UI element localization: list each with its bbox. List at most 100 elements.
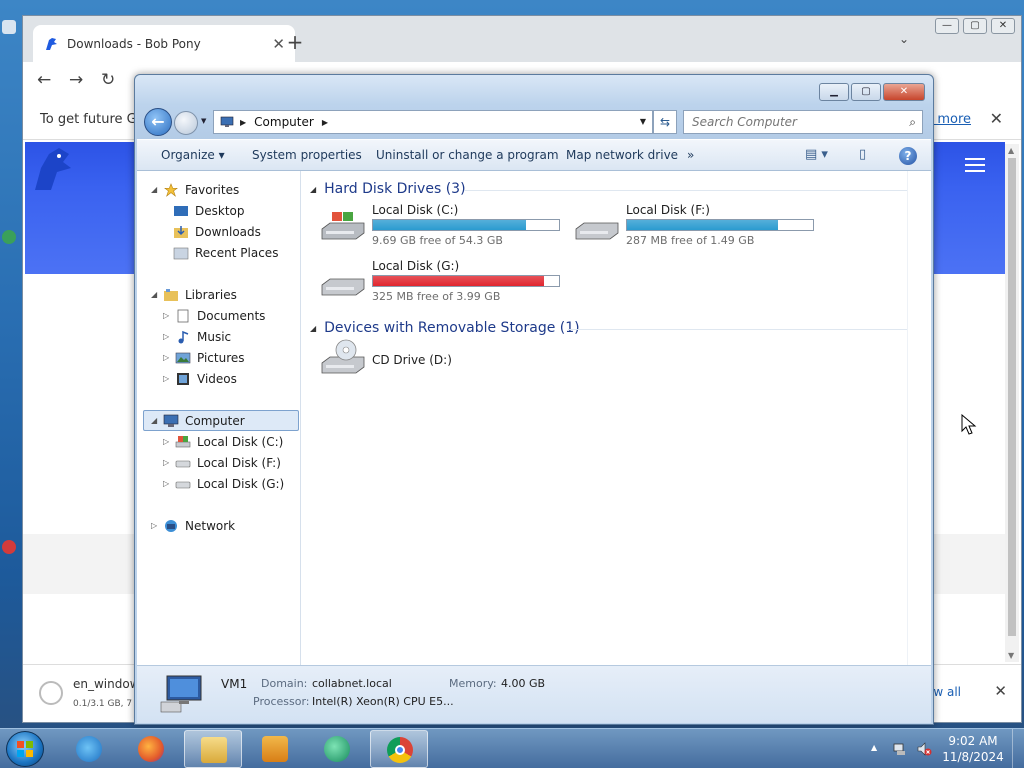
uninstall-program-button[interactable]: Uninstall or change a program	[376, 148, 559, 162]
nav-documents[interactable]: ▷ Documents	[163, 305, 265, 326]
refresh-icon[interactable]: ⇆	[653, 110, 677, 134]
explorer-title-bar[interactable]: ▁ ▢ ✕	[135, 75, 933, 105]
expand-arrow-icon[interactable]: ◢	[151, 416, 163, 425]
search-box[interactable]: ⌕	[683, 110, 923, 134]
nav-music[interactable]: ▷ Music	[163, 326, 231, 347]
search-icon[interactable]: ⌕	[909, 115, 916, 130]
explorer-forward-button[interactable]	[174, 111, 198, 135]
address-bar[interactable]: ▶ Computer ▶ ▼	[213, 110, 653, 134]
green-app-icon	[324, 736, 350, 762]
domain-label: Domain:	[261, 677, 308, 690]
new-tab-button[interactable]: +	[285, 30, 305, 54]
nav-desktop[interactable]: Desktop	[173, 200, 245, 221]
drive-local-disk-g[interactable]: Local Disk (G:) 325 MB free of 3.99 GB	[320, 259, 566, 305]
drive-local-disk-f[interactable]: Local Disk (F:) 287 MB free of 1.49 GB	[574, 203, 820, 249]
tab-search-icon[interactable]: ⌄	[899, 32, 909, 46]
start-button[interactable]	[6, 731, 44, 767]
show-desktop-button[interactable]	[1012, 729, 1024, 768]
drive-cd-d[interactable]: CD Drive (D:)	[320, 337, 520, 383]
collapsed-arrow-icon[interactable]: ▷	[151, 521, 163, 530]
breadcrumb-chevron-icon[interactable]: ▶	[240, 118, 246, 127]
group-header-removable[interactable]: ◢ Devices with Removable Storage (1)	[310, 320, 580, 336]
group-header-hdd[interactable]: ◢ Hard Disk Drives (3)	[310, 181, 466, 197]
nav-computer[interactable]: ◢ Computer	[143, 410, 299, 431]
system-properties-button[interactable]: System properties	[252, 148, 362, 162]
nav-local-disk-g[interactable]: ▷ Local Disk (G:)	[163, 473, 284, 494]
collapsed-arrow-icon[interactable]: ▷	[163, 458, 175, 467]
nav-recent-places[interactable]: Recent Places	[173, 242, 278, 263]
address-dropdown-icon[interactable]: ▼	[640, 117, 646, 126]
recent-pages-chevron-icon[interactable]: ▼	[201, 117, 206, 125]
chrome-tab-strip: Downloads - Bob Pony ✕ + ⌄ — ▢ ✕	[23, 16, 1021, 62]
taskbar-internet-explorer[interactable]	[60, 730, 118, 768]
browser-tab[interactable]: Downloads - Bob Pony ✕	[33, 25, 295, 62]
explorer-close-button[interactable]: ✕	[883, 83, 925, 101]
volume-muted-icon[interactable]	[916, 741, 932, 757]
change-view-icon[interactable]: ▤ ▾	[805, 147, 828, 162]
help-icon[interactable]: ?	[899, 147, 917, 165]
desktop-icon-1[interactable]	[2, 20, 16, 34]
scroll-up-icon[interactable]: ▲	[1008, 146, 1014, 155]
minimize-button[interactable]: —	[935, 18, 959, 34]
forward-button[interactable]: →	[69, 70, 83, 90]
search-input[interactable]	[684, 111, 894, 133]
more-commands-chevron-icon[interactable]: »	[687, 148, 694, 162]
desktop-icon-2[interactable]	[2, 230, 16, 244]
taskbar-firefox[interactable]	[122, 730, 180, 768]
close-button[interactable]: ✕	[991, 18, 1015, 34]
expand-arrow-icon[interactable]: ◢	[151, 185, 163, 194]
tab-close-icon[interactable]: ✕	[272, 35, 285, 53]
taskbar-chrome[interactable]	[370, 730, 428, 768]
show-hidden-icons-icon[interactable]: ▲	[871, 743, 877, 752]
group-collapse-icon[interactable]: ◢	[310, 324, 316, 333]
collapsed-arrow-icon[interactable]: ▷	[163, 437, 175, 446]
taskbar-green-app[interactable]	[308, 730, 366, 768]
processor-value: Intel(R) Xeon(R) CPU E5...	[312, 695, 454, 708]
nav-videos[interactable]: ▷ Videos	[163, 368, 237, 389]
organize-menu[interactable]: Organize ▾	[161, 148, 225, 162]
scroll-down-icon[interactable]: ▼	[1008, 651, 1014, 660]
explorer-maximize-button[interactable]: ▢	[851, 83, 881, 101]
download-filename[interactable]: en_window	[73, 677, 140, 691]
collapsed-arrow-icon[interactable]: ▷	[163, 479, 175, 488]
desktop-icon-3[interactable]	[2, 540, 16, 554]
maximize-button[interactable]: ▢	[963, 18, 987, 34]
nav-pictures[interactable]: ▷ Pictures	[163, 347, 245, 368]
explorer-back-button[interactable]: ←	[144, 108, 172, 136]
collapsed-arrow-icon[interactable]: ▷	[163, 332, 175, 341]
nav-label: Local Disk (G:)	[197, 476, 285, 491]
nav-local-disk-f[interactable]: ▷ Local Disk (F:)	[163, 452, 281, 473]
nav-downloads[interactable]: Downloads	[173, 221, 261, 242]
clock-date[interactable]: 11/8/2024	[940, 750, 1006, 764]
taskbar: ▲ 9:02 AM 11/8/2024	[0, 728, 1024, 768]
scrollbar-thumb[interactable]	[1008, 158, 1016, 636]
preview-pane-icon[interactable]: ▯	[859, 147, 866, 162]
bobpony-logo-icon[interactable]	[29, 146, 73, 194]
taskbar-windows-explorer[interactable]	[184, 730, 242, 768]
system-drive-icon	[321, 212, 365, 240]
breadcrumb-computer[interactable]: Computer	[254, 115, 314, 129]
reload-button[interactable]: ↻	[101, 70, 115, 90]
nav-favorites[interactable]: ◢ Favorites	[151, 179, 239, 200]
collapsed-arrow-icon[interactable]: ▷	[163, 311, 175, 320]
collapsed-arrow-icon[interactable]: ▷	[163, 353, 175, 362]
download-shelf-close-icon[interactable]: ✕	[994, 682, 1007, 700]
back-button[interactable]: ←	[37, 70, 51, 90]
expand-arrow-icon[interactable]: ◢	[151, 290, 163, 299]
nav-libraries[interactable]: ◢ Libraries	[151, 284, 237, 305]
drive-local-disk-c[interactable]: Local Disk (C:) 9.69 GB free of 54.3 GB	[320, 203, 566, 249]
hamburger-menu-icon[interactable]	[965, 158, 985, 176]
network-tray-icon[interactable]	[892, 741, 908, 757]
page-scrollbar[interactable]: ▲ ▼	[1005, 144, 1019, 662]
clock-time[interactable]: 9:02 AM	[940, 734, 1006, 748]
breadcrumb-chevron-icon[interactable]: ▶	[322, 118, 328, 127]
taskbar-media-player[interactable]	[246, 730, 304, 768]
collapsed-arrow-icon[interactable]: ▷	[163, 374, 175, 383]
nav-network[interactable]: ▷ Network	[151, 515, 235, 536]
infobar-close-icon[interactable]: ✕	[990, 109, 1003, 128]
nav-local-disk-c[interactable]: ▷ Local Disk (C:)	[163, 431, 283, 452]
explorer-minimize-button[interactable]: ▁	[819, 83, 849, 101]
map-network-drive-button[interactable]: Map network drive	[566, 148, 678, 162]
group-collapse-icon[interactable]: ◢	[310, 185, 316, 194]
drive-name: CD Drive (D:)	[372, 353, 452, 367]
